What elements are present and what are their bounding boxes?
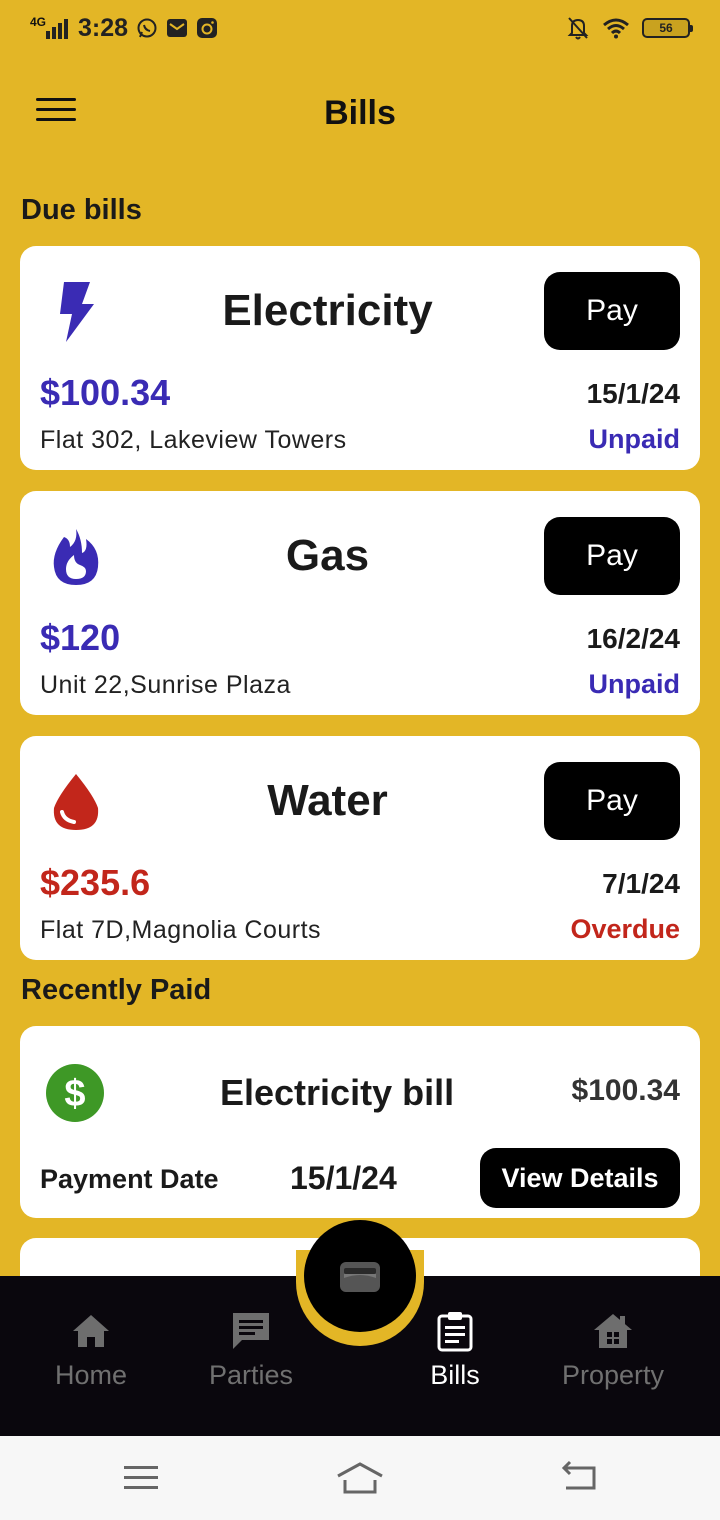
wifi-icon [602,17,630,39]
mail-icon [166,17,188,39]
bill-status: Unpaid [588,669,681,699]
nav-bills[interactable]: Bills [380,1310,530,1391]
wallet-icon [340,1262,380,1292]
system-navigation-bar [0,1436,720,1520]
nav-label: Home [54,1360,128,1390]
bell-muted-icon [566,15,590,41]
bill-status: Unpaid [588,424,681,454]
paid-bill-title: Electricity bill [220,1072,455,1113]
bill-due-date: 15/1/24 [586,378,680,409]
back-icon[interactable] [556,1458,606,1498]
network-type: 4G [30,15,47,29]
dollar-icon: $ [46,1064,104,1122]
bill-address: Flat 302, Lakeview Towers [40,426,347,454]
bill-due-date: 16/2/24 [586,623,680,654]
clipboard-icon [437,1312,473,1352]
payment-date-label: Payment Date [40,1164,219,1194]
battery-level: 56 [659,21,673,35]
bill-card-electricity[interactable]: Electricity Pay $100.34 15/1/24 Flat 302… [20,246,700,470]
paid-bill-card[interactable]: $ Electricity bill $100.34 Payment Date … [20,1026,700,1218]
pay-button[interactable]: Pay [544,762,680,840]
nav-property[interactable]: Property [538,1310,688,1391]
status-time: 3:28 [78,13,129,42]
bill-amount: $235.6 [40,862,151,903]
chat-icon [233,1313,269,1349]
battery-indicator: 56 [642,18,693,38]
bill-title: Gas [285,531,370,580]
bill-address: Unit 22,Sunrise Plaza [40,671,291,699]
paid-bill-amount: $100.34 [571,1074,680,1107]
bill-title: Electricity [222,286,433,335]
bill-amount: $100.34 [40,372,171,413]
bill-title: Water [267,776,388,825]
view-details-button[interactable]: View Details [480,1148,680,1208]
nav-home[interactable]: Home [16,1310,166,1391]
pay-button[interactable]: Pay [544,272,680,350]
recently-paid-heading: Recently Paid [21,974,212,1006]
app-bar: Bills [0,76,720,148]
nav-label: Parties [208,1360,294,1390]
due-bills-heading: Due bills [21,194,142,226]
home-system-icon[interactable] [335,1458,385,1498]
bill-card-water[interactable]: Water Pay $235.6 7/1/24 Flat 7D,Magnolia… [20,736,700,960]
svg-text:$: $ [64,1073,85,1115]
home-icon [73,1315,109,1347]
recent-apps-icon[interactable] [116,1458,166,1498]
bill-amount: $120 [40,617,121,658]
nav-label: Bills [430,1360,480,1390]
bill-due-date: 7/1/24 [602,868,680,899]
bill-address: Flat 7D,Magnolia Courts [40,916,322,944]
pay-button[interactable]: Pay [544,517,680,595]
signal-icon: 4G [30,15,70,39]
nav-parties[interactable]: Parties [176,1310,326,1391]
property-icon [594,1314,632,1348]
nav-label: Property [561,1360,665,1390]
payment-date: 15/1/24 [290,1160,397,1196]
status-bar: 4G 3:28 56 [0,0,720,56]
instagram-icon [196,17,218,39]
page-title: Bills [324,94,396,132]
whatsapp-icon [136,17,158,39]
bill-status: Overdue [570,914,680,944]
bill-card-gas[interactable]: Gas Pay $120 16/2/24 Unit 22,Sunrise Pla… [20,491,700,715]
